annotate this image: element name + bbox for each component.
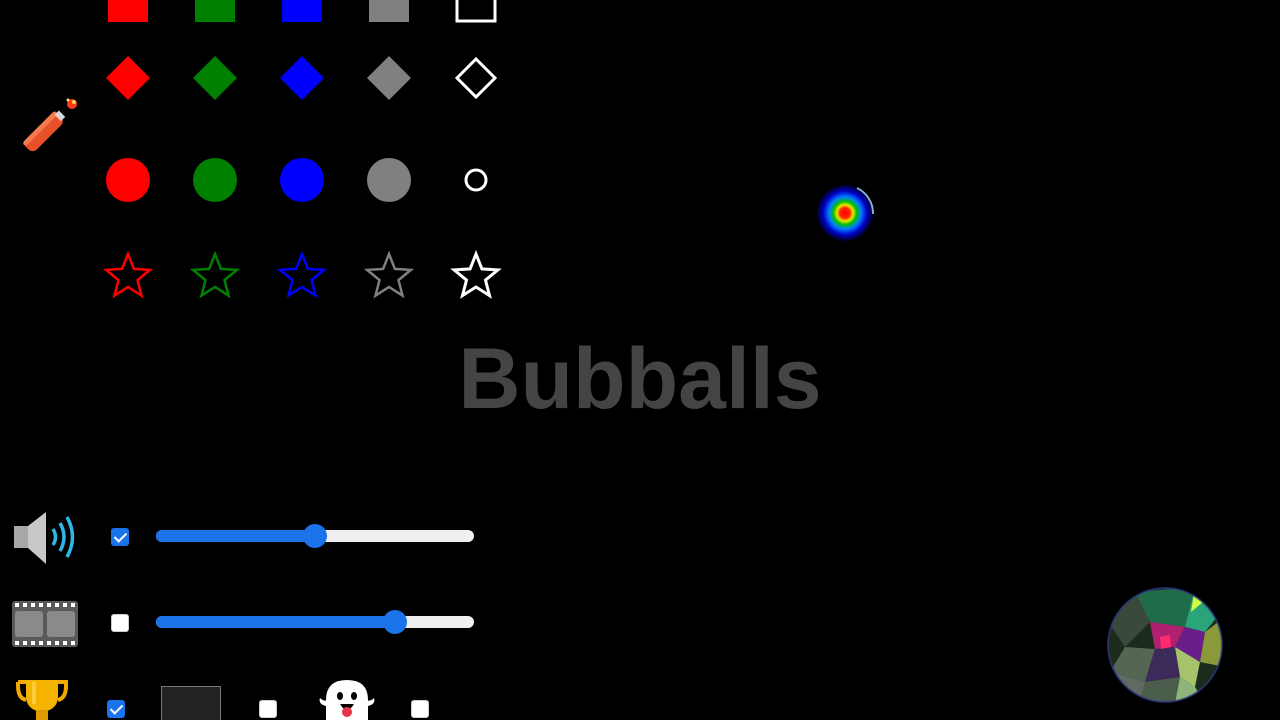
circle-shape-2[interactable] — [185, 150, 245, 210]
circle-shape-5[interactable] — [446, 150, 506, 210]
small-bubble[interactable] — [815, 182, 877, 244]
speaker-icon[interactable] — [10, 508, 80, 568]
circle-shape-4[interactable] — [359, 150, 419, 210]
film-strip-icon[interactable] — [12, 601, 78, 647]
square-shape-3[interactable] — [272, 0, 332, 32]
square-shape-1[interactable] — [98, 0, 158, 32]
diamond-shape-4[interactable] — [359, 48, 419, 108]
game-canvas[interactable]: Bubballs — [0, 0, 1280, 720]
video-checkbox[interactable] — [111, 614, 129, 632]
diamond-shape-1[interactable] — [98, 48, 158, 108]
circle-shape-3[interactable] — [272, 150, 332, 210]
volume-slider-fill — [156, 530, 315, 542]
ghost-checkbox[interactable] — [411, 700, 429, 718]
volume-slider[interactable] — [156, 524, 474, 548]
ghost-icon[interactable] — [316, 676, 378, 720]
dynamite-icon[interactable] — [8, 96, 80, 166]
star-shape-4[interactable] — [359, 246, 419, 306]
color-picker-box[interactable] — [161, 686, 221, 720]
sound-checkbox[interactable] — [111, 528, 129, 546]
square-shape-5[interactable] — [446, 0, 506, 32]
square-shape-4[interactable] — [359, 0, 419, 32]
star-shape-2[interactable] — [185, 246, 245, 306]
diamond-shape-5[interactable] — [446, 48, 506, 108]
square-shape-2[interactable] — [185, 0, 245, 32]
star-shape-3[interactable] — [272, 246, 332, 306]
diamond-shape-3[interactable] — [272, 48, 332, 108]
video-slider-thumb[interactable] — [382, 610, 407, 634]
volume-slider-thumb[interactable] — [303, 524, 327, 548]
color-checkbox[interactable] — [259, 700, 277, 718]
diamond-shape-2[interactable] — [185, 48, 245, 108]
trophy-icon[interactable] — [10, 676, 74, 720]
star-shape-5[interactable] — [446, 246, 506, 306]
big-bubble[interactable] — [1105, 587, 1225, 703]
star-shape-1[interactable] — [98, 246, 158, 306]
video-slider[interactable] — [156, 610, 474, 634]
video-slider-fill — [156, 616, 395, 628]
circle-shape-1[interactable] — [98, 150, 158, 210]
trophy-checkbox[interactable] — [107, 700, 125, 718]
app-title: Bubballs — [458, 331, 822, 427]
